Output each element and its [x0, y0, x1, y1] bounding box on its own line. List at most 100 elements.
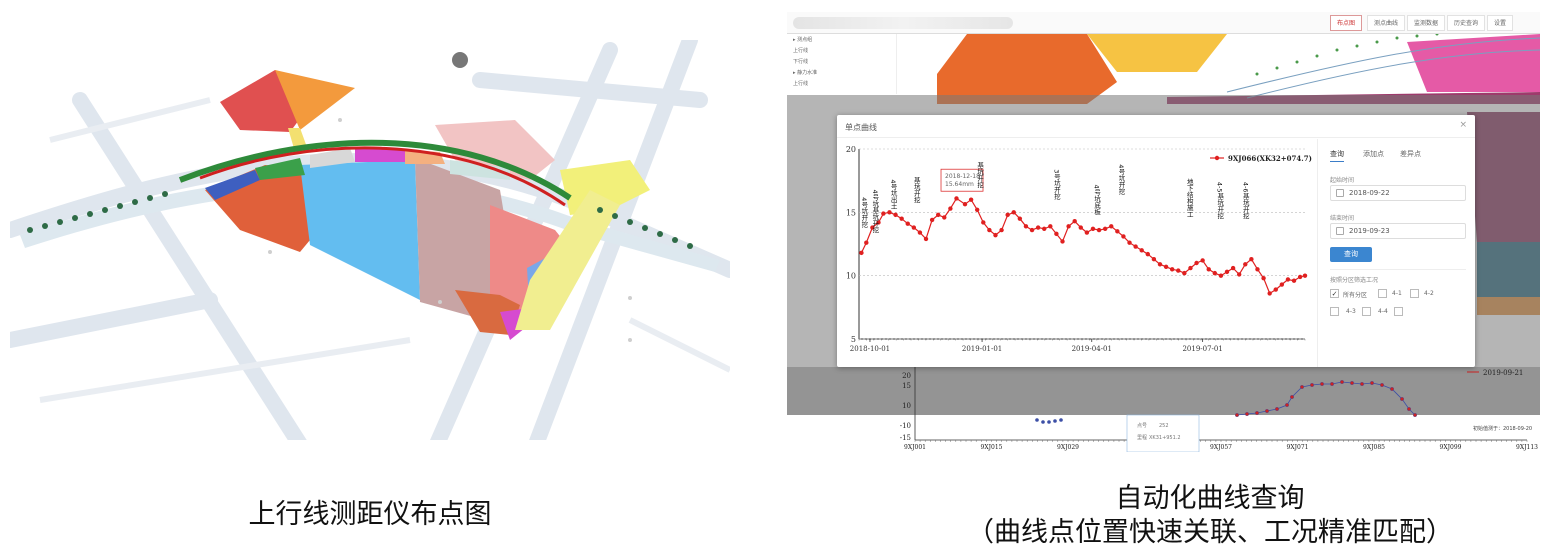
checkbox-4-2[interactable]	[1410, 289, 1419, 298]
data-point	[1005, 212, 1010, 218]
left-caption: 上行线测距仪布点图	[248, 499, 492, 530]
page-root: 上行线测距仪布点图 自动化曲线查询 （曲线点位置快速关联、工况精准匹配） 布点图…	[0, 0, 1550, 556]
data-point	[917, 230, 923, 235]
checkbox-4-2-label: 4-2	[1424, 290, 1434, 297]
data-point	[864, 240, 869, 245]
end-time-value: 2019-09-23	[1349, 227, 1390, 235]
data-point	[1121, 234, 1126, 239]
data-point	[1115, 229, 1120, 234]
profile-point	[1340, 379, 1345, 384]
start-time-input[interactable]: 2018-09-22	[1330, 185, 1466, 201]
calendar-icon	[1336, 227, 1344, 235]
work-condition-annotation: 4号坑开挖	[1117, 164, 1125, 194]
data-point	[942, 215, 947, 220]
x-tick-label: 9XJ085	[1363, 444, 1385, 451]
profile-point	[1041, 420, 1045, 424]
y-tick-label: 10	[846, 272, 856, 281]
checkbox-4-1[interactable]	[1378, 289, 1387, 298]
data-point	[1060, 239, 1065, 244]
data-point	[1127, 240, 1132, 245]
data-point	[1078, 225, 1083, 230]
tab-diff-point[interactable]: 差异点	[1400, 149, 1421, 159]
point-tooltip	[1126, 414, 1200, 452]
data-point	[1206, 267, 1211, 272]
profile-point	[1360, 381, 1365, 386]
modal-divider	[837, 137, 1475, 138]
close-icon[interactable]: ×	[1459, 120, 1467, 130]
data-point	[905, 221, 910, 226]
x-tick-label: 9XJ113	[1516, 444, 1538, 451]
profile-point	[1035, 418, 1039, 422]
header-tab-history[interactable]: 历史查询	[1447, 15, 1486, 31]
x-tick-label: 9XJ029	[1057, 444, 1079, 451]
data-point	[948, 206, 953, 211]
data-point	[1102, 226, 1108, 231]
data-point	[1218, 273, 1224, 278]
query-button[interactable]: 查询	[1330, 247, 1372, 262]
data-point	[1176, 268, 1181, 273]
data-point	[975, 207, 980, 212]
data-point	[1273, 287, 1278, 292]
modal-title: 单点曲线	[845, 123, 877, 132]
checkbox-4-4-label: 4-4	[1378, 308, 1388, 315]
data-point	[1302, 273, 1308, 278]
data-point	[1291, 278, 1297, 283]
app-header: 布点图 测点曲线 监测数据 历史查询 设置	[787, 12, 1540, 34]
x-tick-label: 9XJ057	[1210, 444, 1232, 451]
data-point	[1157, 262, 1163, 267]
blurred-app-title	[793, 17, 1013, 29]
profile-point	[1390, 387, 1395, 392]
start-time-label: 起始时间	[1330, 177, 1355, 184]
sidebar-item-up-line[interactable]: 上行线	[787, 45, 896, 56]
data-point	[1163, 264, 1169, 269]
sidebar-item-level-up[interactable]: 上行线	[787, 78, 896, 89]
x-tick-label: 9XJ099	[1440, 444, 1462, 451]
header-tab-layout[interactable]: 布点图	[1330, 15, 1363, 31]
tab-query[interactable]: 查询	[1330, 149, 1344, 162]
profile-point	[1047, 420, 1051, 424]
series-line	[860, 197, 1306, 295]
filter-divider	[1330, 269, 1466, 270]
data-point	[981, 220, 986, 225]
end-time-input[interactable]: 2019-09-23	[1330, 223, 1466, 239]
data-point	[1297, 274, 1303, 280]
bottom-profile-chart: 201510-10-159XJ0019XJ0159XJ0299XJ0439XJ0…	[787, 367, 1540, 452]
tooltip-value: 15.64mm	[945, 181, 974, 188]
x-tick-label: 9XJ015	[981, 444, 1003, 451]
checkbox-4-3-box[interactable]	[1330, 307, 1339, 316]
baseline-note: 初始值测于：2018-09-20	[1473, 425, 1532, 432]
header-tab-curve[interactable]: 测点曲线	[1367, 15, 1406, 31]
data-point	[1255, 267, 1260, 272]
data-point	[1194, 260, 1199, 266]
sidebar: ▸ 测点组 上行线 下行线 ▸ 静力水准 上行线	[787, 34, 897, 94]
data-point	[1285, 277, 1291, 282]
profile-point	[1320, 381, 1325, 386]
x-tick-label: 2019-01-01	[962, 345, 1002, 353]
header-tab-data[interactable]: 监测数据	[1407, 15, 1446, 31]
header-tab-settings[interactable]: 设置	[1487, 15, 1514, 31]
profile-point	[1053, 419, 1057, 423]
checkbox-4-4[interactable]	[1394, 307, 1403, 316]
tab-add-point[interactable]: 添加点	[1363, 149, 1384, 159]
y-tick-label: -10	[900, 422, 911, 430]
data-point	[962, 202, 968, 207]
sidebar-item-down-line[interactable]: 下行线	[787, 56, 896, 67]
calendar-icon	[1336, 189, 1344, 197]
sidebar-item-group[interactable]: ▸ 测点组	[787, 34, 896, 45]
profile-point	[1285, 403, 1290, 408]
data-point	[1169, 267, 1175, 272]
y-tick-label: -15	[900, 434, 911, 442]
y-tick-label: 20	[902, 372, 911, 380]
profile-point	[1300, 385, 1305, 390]
end-time-label: 结束时间	[1330, 215, 1355, 222]
checkbox-all[interactable]: ✓	[1330, 289, 1339, 298]
checkbox-4-3[interactable]	[1362, 307, 1371, 316]
work-condition-annotation: 4号坑基坑开挖	[871, 190, 879, 233]
profile-point	[1413, 413, 1418, 418]
data-point	[1249, 257, 1254, 262]
tooltip-value: XK31+951.2	[1149, 435, 1181, 441]
data-point	[923, 236, 929, 242]
profile-point	[1400, 397, 1405, 402]
sidebar-item-level[interactable]: ▸ 静力水准	[787, 67, 896, 78]
data-point	[999, 227, 1004, 233]
